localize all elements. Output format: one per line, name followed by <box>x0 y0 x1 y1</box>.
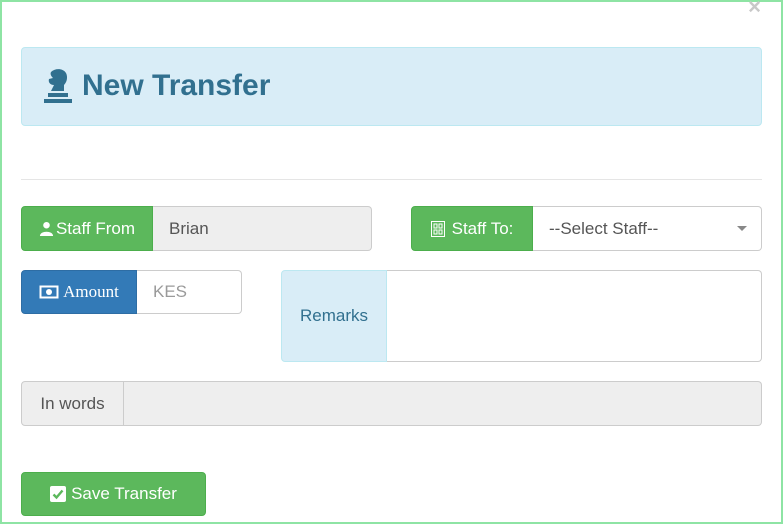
save-transfer-label: Save Transfer <box>71 484 177 503</box>
staff-to-select[interactable]: --Select Staff-- <box>533 206 762 251</box>
in-words-group: In words <box>21 381 762 426</box>
staff-from-label: Staff From <box>55 218 136 238</box>
staff-to-selected: --Select Staff-- <box>549 218 659 238</box>
knight-icon <box>44 69 72 103</box>
amount-label: Amount <box>63 282 119 301</box>
list-icon <box>430 220 445 237</box>
remarks-group: Remarks <box>281 270 762 362</box>
remarks-addon: Remarks <box>281 270 387 362</box>
modal-title: New Transfer <box>82 69 271 102</box>
modal-header: New Transfer <box>21 47 762 126</box>
staff-to-addon: Staff To: <box>411 206 533 251</box>
staff-to-group: Staff To: --Select Staff-- <box>411 206 762 251</box>
transfer-modal: × New Transfer Staff From Brian Staff To… <box>0 0 783 524</box>
remarks-textarea[interactable] <box>387 270 762 362</box>
in-words-field[interactable] <box>124 381 762 426</box>
amount-addon: Amount <box>21 270 137 314</box>
money-icon <box>39 285 59 299</box>
amount-group: Amount <box>21 270 242 314</box>
close-button[interactable]: × <box>748 0 761 18</box>
staff-to-label: Staff To: <box>451 218 514 238</box>
save-transfer-button[interactable]: Save Transfer <box>21 472 206 516</box>
staff-from-field[interactable]: Brian <box>153 206 372 251</box>
check-square-icon <box>50 486 67 502</box>
chevron-down-icon <box>737 226 747 231</box>
staff-from-addon: Staff From <box>21 206 153 251</box>
staff-from-group: Staff From Brian <box>21 206 372 251</box>
user-icon <box>39 221 54 236</box>
amount-input[interactable] <box>137 270 242 314</box>
in-words-addon: In words <box>21 381 124 426</box>
divider <box>21 179 762 180</box>
